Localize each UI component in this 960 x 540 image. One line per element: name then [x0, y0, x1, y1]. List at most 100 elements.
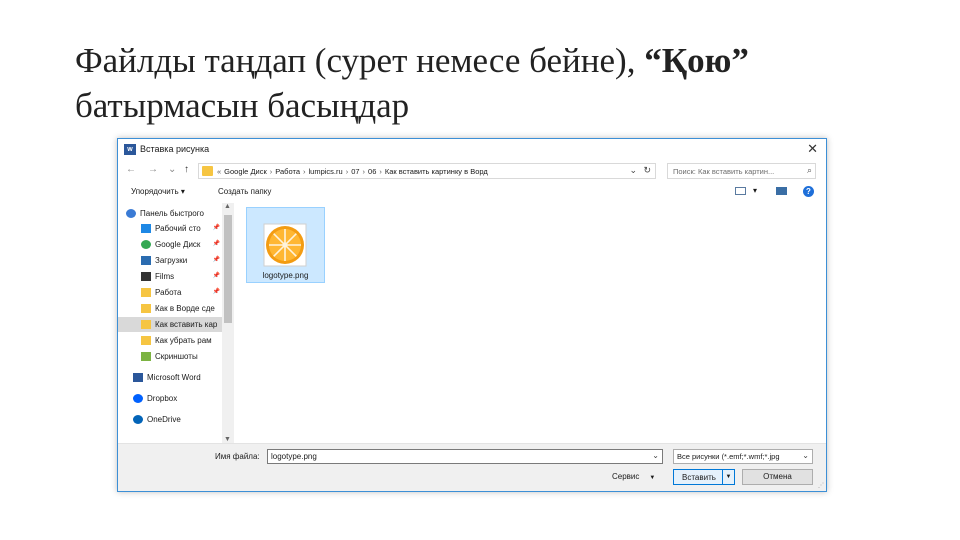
file-list: logotype.png	[236, 203, 826, 443]
nav-item[interactable]: Films 📌	[118, 269, 222, 284]
breadcrumb-separator: ›	[379, 167, 382, 176]
breadcrumb-separator: ›	[362, 167, 366, 176]
insert-dropdown-icon[interactable]: ▼	[722, 470, 734, 484]
nav-item-label: Как в Ворде сде	[155, 304, 215, 313]
nav-item[interactable]: Панель быстрого	[118, 206, 222, 221]
films-icon	[141, 272, 151, 281]
file-name: logotype.png	[262, 271, 309, 280]
desktop-icon	[141, 224, 151, 233]
tools-label: Сервис	[612, 472, 640, 481]
folder-icon	[202, 166, 213, 176]
nav-item-label: Рабочий сто	[155, 224, 201, 233]
nav-item-label: Dropbox	[147, 394, 178, 403]
pin-icon[interactable]: 📌	[213, 272, 220, 279]
scroll-thumb[interactable]	[224, 215, 232, 323]
nav-scrollbar[interactable]: ▲ ▼	[222, 203, 234, 443]
chevron-down-icon[interactable]: ⌄	[629, 165, 637, 176]
insert-button[interactable]: Вставить ▼	[673, 469, 735, 485]
folder-icon	[141, 320, 151, 329]
filename-field[interactable]: logotype.png ⌄	[267, 449, 663, 464]
nav-item-label: Films	[155, 272, 175, 281]
orange-slice-icon	[263, 223, 307, 267]
filename-label: Имя файла:	[215, 452, 260, 461]
pin-icon[interactable]: 📌	[213, 240, 220, 247]
breadcrumb-separator: ›	[345, 167, 349, 176]
nav-item-label: Загрузки	[155, 256, 188, 265]
breadcrumb-separator: «	[217, 167, 222, 176]
pin-icon[interactable]: 📌	[213, 224, 220, 231]
navigation-bar: ← → ⌄ ↑ «Google Диск › Работа › lumpics.ru › 0…	[118, 160, 826, 182]
close-icon[interactable]: ✕	[807, 141, 818, 157]
back-icon[interactable]: ←	[126, 164, 136, 175]
pin-icon[interactable]: 📌	[213, 288, 220, 295]
dialog-toolbar: Упорядочить ▾ Создать папку ▾ ?	[118, 183, 826, 203]
address-bar[interactable]: «Google Диск › Работа › lumpics.ru › 07 › 06 › Как…	[198, 163, 656, 179]
search-placeholder: Поиск: Как вставить картин...	[673, 167, 775, 176]
new-folder-button[interactable]: Создать папку	[218, 187, 271, 196]
scroll-up-icon[interactable]: ▲	[224, 203, 231, 210]
nav-item-label: Как вставить кар	[155, 320, 218, 329]
chevron-down-icon[interactable]: ⌄	[802, 451, 809, 460]
nav-item-label: Microsoft Word	[147, 373, 201, 382]
nav-item[interactable]: Рабочий сто 📌	[118, 221, 222, 236]
breadcrumb-segment[interactable]: lumpics.ru	[309, 167, 343, 176]
nav-item[interactable]: OneDrive	[118, 412, 222, 427]
word-app-icon: w	[124, 144, 136, 155]
slide-title-end: батырмасын басыңдар	[75, 86, 410, 125]
breadcrumb-segment[interactable]: Как вставить картинку в Ворд	[385, 167, 488, 176]
nav-item[interactable]: Как вставить кар	[118, 317, 222, 332]
help-icon[interactable]: ?	[803, 186, 814, 197]
search-input[interactable]: Поиск: Как вставить картин... ⌕	[667, 163, 816, 179]
slide-title-quote: “Қою”	[644, 41, 749, 80]
file-type-select[interactable]: Все рисунки (*.emf;*.wmf;*.jpg ⌄	[673, 449, 813, 464]
pin-icon[interactable]: 📌	[213, 256, 220, 263]
file-type-value: Все рисунки (*.emf;*.wmf;*.jpg	[677, 452, 780, 461]
dialog-titlebar: w Вставка рисунка ✕	[118, 139, 826, 160]
preview-pane-icon[interactable]	[776, 187, 787, 195]
dialog-title: Вставка рисунка	[140, 144, 210, 154]
organize-button[interactable]: Упорядочить ▾	[131, 187, 185, 196]
slide-title: Файлды таңдап (сурет немесе бейне), “Қою…	[75, 38, 935, 128]
nav-item-label: Панель быстрого	[140, 209, 204, 218]
insert-picture-dialog: w Вставка рисунка ✕ ← → ⌄ ↑ «Google Диск…	[117, 138, 827, 492]
breadcrumb-segment[interactable]: 06	[368, 167, 376, 176]
scroll-down-icon[interactable]: ▼	[224, 436, 231, 443]
nav-item[interactable]: Microsoft Word	[118, 370, 222, 385]
onedrive-icon	[133, 415, 143, 424]
insert-label: Вставить	[682, 473, 716, 482]
breadcrumb-separator: ›	[269, 167, 273, 176]
nav-item[interactable]: Как убрать рам	[118, 333, 222, 348]
nav-item-label: OneDrive	[147, 415, 181, 424]
dialog-footer: Имя файла: logotype.png ⌄ Все рисунки (*…	[118, 443, 826, 491]
nav-item[interactable]: Google Диск 📌	[118, 237, 222, 252]
nav-item[interactable]: Загрузки 📌	[118, 253, 222, 268]
chevron-down-icon[interactable]: ⌄	[652, 451, 659, 460]
folder-icon	[141, 304, 151, 313]
nav-item-label: Скриншоты	[155, 352, 198, 361]
navigation-pane: OneDrive Dropbox Microsoft Word Скриншоты Ка…	[118, 203, 236, 443]
view-options-icon[interactable]	[735, 187, 746, 195]
tools-button[interactable]: Сервис ▼	[612, 472, 655, 481]
breadcrumb-segment[interactable]: 07	[351, 167, 359, 176]
word-icon	[133, 373, 143, 382]
up-folder-icon[interactable]: ↑	[184, 164, 189, 175]
breadcrumb-segment[interactable]: Google Диск	[224, 167, 267, 176]
star-icon	[126, 209, 136, 218]
file-item[interactable]: logotype.png	[246, 207, 325, 283]
forward-icon[interactable]: →	[148, 164, 158, 175]
nav-item[interactable]: Работа 📌	[118, 285, 222, 300]
cancel-button[interactable]: Отмена	[742, 469, 813, 485]
nav-item[interactable]: Dropbox	[118, 391, 222, 406]
breadcrumb-segment[interactable]: Работа	[275, 167, 300, 176]
nav-item-label: Google Диск	[155, 240, 201, 249]
refresh-icon[interactable]: ↻	[643, 165, 651, 176]
resize-grip-icon[interactable]: ⋰	[818, 482, 824, 489]
nav-item[interactable]: Скриншоты	[118, 349, 222, 364]
dropbox-icon	[133, 394, 143, 403]
google-drive-icon	[141, 240, 151, 249]
nav-item[interactable]: Как в Ворде сде	[118, 301, 222, 316]
recent-locations-icon[interactable]: ⌄	[168, 164, 176, 175]
search-icon: ⌕	[806, 165, 812, 175]
breadcrumb[interactable]: «Google Диск › Работа › lumpics.ru › 07 › 06 › Как…	[217, 167, 491, 176]
view-menu-arrow[interactable]: ▾	[753, 186, 757, 195]
